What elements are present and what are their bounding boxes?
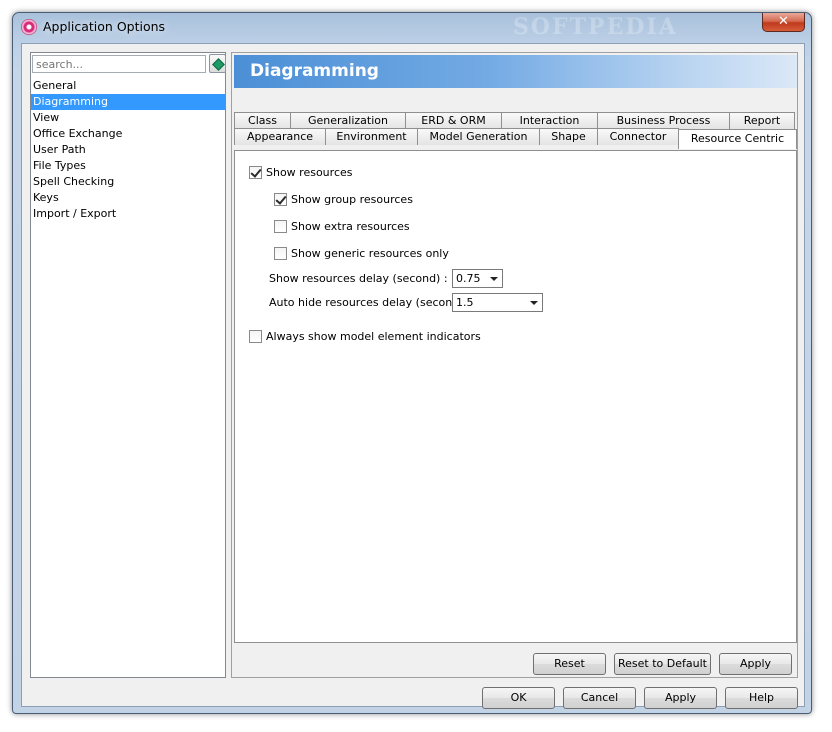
- dialog-apply-button[interactable]: Apply: [644, 687, 717, 709]
- always-show-indicators-option[interactable]: Always show model element indicators: [249, 328, 481, 344]
- show-extra-resources-label: Show extra resources: [291, 219, 410, 233]
- reset-to-default-button[interactable]: Reset to Default: [614, 653, 711, 675]
- application-options-window: Application Options SOFTPEDIA ✕ General …: [12, 12, 812, 714]
- chevron-down-icon: [530, 301, 538, 305]
- show-generic-resources-label: Show generic resources only: [291, 246, 449, 260]
- tab-shape[interactable]: Shape: [539, 128, 598, 145]
- app-logo-icon: [21, 19, 37, 35]
- close-icon: ✕: [778, 14, 789, 29]
- sidebar-item-diagramming[interactable]: Diagramming: [31, 94, 225, 110]
- sidebar-item-office-exchange[interactable]: Office Exchange: [31, 126, 225, 142]
- show-group-resources-checkbox[interactable]: [274, 192, 287, 206]
- sidebar-item-general[interactable]: General: [31, 78, 225, 94]
- title-bar[interactable]: Application Options SOFTPEDIA ✕: [13, 13, 811, 41]
- search-input[interactable]: [32, 55, 206, 73]
- settings-panel: Diagramming Class Generalization ERD & O…: [231, 52, 798, 678]
- sidebar-item-user-path[interactable]: User Path: [31, 142, 225, 158]
- auto-hide-delay-label: Auto hide resources delay (second) :: [269, 296, 471, 309]
- show-resources-option[interactable]: Show resources: [249, 164, 353, 180]
- show-group-resources-option[interactable]: Show group resources: [274, 191, 413, 207]
- cancel-button[interactable]: Cancel: [563, 687, 636, 709]
- tab-resource-centric[interactable]: Resource Centric: [678, 129, 797, 149]
- auto-hide-delay-value: 1.5: [456, 296, 474, 309]
- sidebar-item-view[interactable]: View: [31, 110, 225, 126]
- tab-connector[interactable]: Connector: [597, 128, 679, 145]
- section-header: Diagramming: [234, 55, 797, 88]
- resource-centric-page: Show resources Show group resources Show…: [234, 150, 797, 643]
- help-button[interactable]: Help: [725, 687, 798, 709]
- sidebar-item-spell-checking[interactable]: Spell Checking: [31, 174, 225, 190]
- tab-generalization[interactable]: Generalization: [290, 112, 406, 129]
- category-list: General Diagramming View Office Exchange…: [31, 78, 225, 222]
- search-go-button[interactable]: [209, 54, 226, 73]
- show-resources-checkbox[interactable]: [249, 165, 262, 179]
- show-generic-resources-checkbox[interactable]: [274, 246, 287, 260]
- show-extra-resources-option[interactable]: Show extra resources: [274, 218, 410, 234]
- dialog-client-area: General Diagramming View Office Exchange…: [21, 43, 805, 709]
- tab-model-generation[interactable]: Model Generation: [417, 128, 540, 145]
- sidebar-item-import-export[interactable]: Import / Export: [31, 206, 225, 222]
- category-panel: General Diagramming View Office Exchange…: [30, 52, 226, 678]
- show-group-resources-label: Show group resources: [291, 192, 413, 206]
- panel-apply-button[interactable]: Apply: [719, 653, 792, 675]
- tab-class[interactable]: Class: [234, 112, 291, 129]
- chevron-down-icon: [490, 277, 498, 281]
- window-title: Application Options: [43, 19, 166, 34]
- always-show-indicators-label: Always show model element indicators: [266, 329, 481, 343]
- tab-interaction[interactable]: Interaction: [501, 112, 598, 129]
- tab-erd-orm[interactable]: ERD & ORM: [405, 112, 502, 129]
- sidebar-item-file-types[interactable]: File Types: [31, 158, 225, 174]
- always-show-indicators-checkbox[interactable]: [249, 329, 262, 343]
- show-resources-delay-select[interactable]: 0.75: [452, 269, 503, 288]
- show-extra-resources-checkbox[interactable]: [274, 219, 287, 233]
- close-button[interactable]: ✕: [762, 13, 805, 32]
- sidebar-item-keys[interactable]: Keys: [31, 190, 225, 206]
- show-resources-delay-label: Show resources delay (second) :: [269, 272, 448, 285]
- auto-hide-delay-select[interactable]: 1.5: [452, 293, 543, 312]
- tab-report[interactable]: Report: [729, 112, 795, 129]
- ok-button[interactable]: OK: [482, 687, 555, 709]
- show-resources-delay-value: 0.75: [456, 272, 481, 285]
- reset-button[interactable]: Reset: [533, 653, 606, 675]
- show-generic-resources-option[interactable]: Show generic resources only: [274, 245, 449, 261]
- tab-business-process[interactable]: Business Process: [597, 112, 730, 129]
- tab-environment[interactable]: Environment: [325, 128, 418, 145]
- watermark: SOFTPEDIA: [513, 14, 678, 40]
- tab-appearance[interactable]: Appearance: [234, 128, 326, 145]
- page-title: Diagramming: [250, 61, 379, 81]
- show-resources-label: Show resources: [266, 165, 353, 179]
